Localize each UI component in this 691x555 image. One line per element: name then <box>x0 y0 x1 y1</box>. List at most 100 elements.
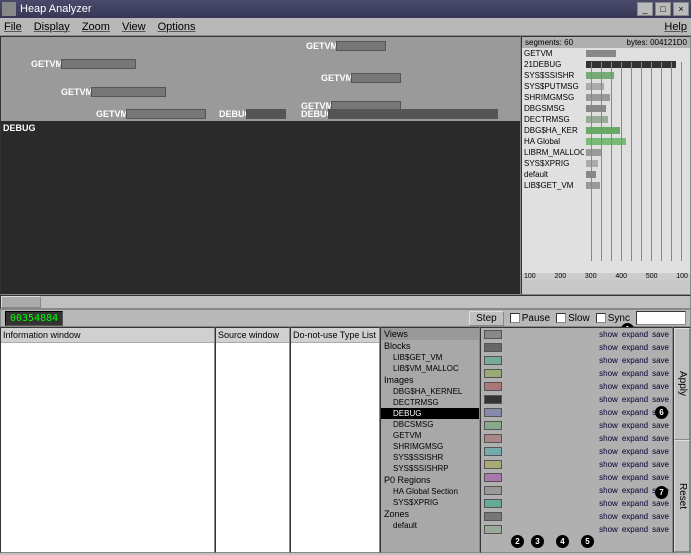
color-swatch[interactable] <box>484 499 502 508</box>
save-link[interactable]: save <box>652 525 669 534</box>
save-link[interactable]: save <box>652 356 669 365</box>
menu-display[interactable]: Display <box>34 21 70 33</box>
save-link[interactable]: save <box>652 473 669 482</box>
view-item[interactable]: GETVM <box>381 430 479 441</box>
heap-label: DEBUG <box>3 123 36 133</box>
reset-button[interactable]: Reset <box>674 440 690 552</box>
minimize-button[interactable]: _ <box>637 2 653 16</box>
show-link[interactable]: show <box>599 330 618 339</box>
save-link[interactable]: save <box>652 512 669 521</box>
color-swatch[interactable] <box>484 473 502 482</box>
menu-options[interactable]: Options <box>158 21 196 33</box>
save-link[interactable]: save <box>652 330 669 339</box>
save-link[interactable]: save <box>652 421 669 430</box>
show-link[interactable]: show <box>599 382 618 391</box>
menu-file[interactable]: File <box>4 21 22 33</box>
save-link[interactable]: save <box>652 395 669 404</box>
show-link[interactable]: show <box>599 408 618 417</box>
expand-link[interactable]: expand <box>622 473 648 482</box>
save-link[interactable]: save <box>652 434 669 443</box>
view-item[interactable]: default <box>381 520 479 531</box>
expand-link[interactable]: expand <box>622 434 648 443</box>
color-swatch[interactable] <box>484 486 502 495</box>
view-item[interactable]: SHRIMGMSG <box>381 441 479 452</box>
color-swatch[interactable] <box>484 447 502 456</box>
color-swatch[interactable] <box>484 395 502 404</box>
expand-link[interactable]: expand <box>622 525 648 534</box>
color-swatch[interactable] <box>484 408 502 417</box>
view-item[interactable]: SYS$XPRIG <box>381 497 479 508</box>
color-swatch[interactable] <box>484 382 502 391</box>
show-link[interactable]: show <box>599 473 618 482</box>
legend-row: show expand save <box>481 393 672 406</box>
view-item[interactable]: DEBUG <box>381 408 479 419</box>
show-link[interactable]: show <box>599 395 618 404</box>
view-category[interactable]: Images <box>381 374 479 386</box>
view-item[interactable]: DBG$HA_KERNEL <box>381 386 479 397</box>
expand-link[interactable]: expand <box>622 395 648 404</box>
view-item[interactable]: SYS$SSISHRP <box>381 463 479 474</box>
apply-button[interactable]: Apply <box>674 328 690 440</box>
step-button[interactable]: Step <box>469 311 504 326</box>
slow-checkbox[interactable]: Slow <box>556 313 590 324</box>
color-swatch[interactable] <box>484 421 502 430</box>
expand-link[interactable]: expand <box>622 408 648 417</box>
view-item[interactable]: LIB$VM_MALLOC <box>381 363 479 374</box>
save-link[interactable]: save <box>652 460 669 469</box>
show-link[interactable]: show <box>599 460 618 469</box>
color-swatch[interactable] <box>484 460 502 469</box>
save-link[interactable]: save <box>652 343 669 352</box>
close-button[interactable]: × <box>673 2 689 16</box>
show-link[interactable]: show <box>599 421 618 430</box>
view-item[interactable]: SYS$SSISHR <box>381 452 479 463</box>
expand-link[interactable]: expand <box>622 369 648 378</box>
color-swatch[interactable] <box>484 512 502 521</box>
show-link[interactable]: show <box>599 369 618 378</box>
expand-link[interactable]: expand <box>622 382 648 391</box>
view-item[interactable]: HA Global Section <box>381 486 479 497</box>
show-link[interactable]: show <box>599 356 618 365</box>
expand-link[interactable]: expand <box>622 343 648 352</box>
view-item[interactable]: DECTRMSG <box>381 397 479 408</box>
show-link[interactable]: show <box>599 499 618 508</box>
color-swatch[interactable] <box>484 330 502 339</box>
menu-view[interactable]: View <box>122 21 146 33</box>
expand-link[interactable]: expand <box>622 499 648 508</box>
expand-link[interactable]: expand <box>622 447 648 456</box>
expand-link[interactable]: expand <box>622 421 648 430</box>
view-category[interactable]: P0 Regions <box>381 474 479 486</box>
view-category[interactable]: Blocks <box>381 340 479 352</box>
sync-field[interactable] <box>636 311 686 325</box>
save-link[interactable]: save <box>652 499 669 508</box>
color-swatch[interactable] <box>484 343 502 352</box>
expand-link[interactable]: expand <box>622 512 648 521</box>
show-link[interactable]: show <box>599 486 618 495</box>
pause-checkbox[interactable]: Pause <box>510 313 550 324</box>
color-swatch[interactable] <box>484 525 502 534</box>
show-link[interactable]: show <box>599 434 618 443</box>
save-link[interactable]: save <box>652 447 669 456</box>
show-link[interactable]: show <box>599 512 618 521</box>
save-link[interactable]: save <box>652 382 669 391</box>
expand-link[interactable]: expand <box>622 486 648 495</box>
color-swatch[interactable] <box>484 434 502 443</box>
menu-zoom[interactable]: Zoom <box>82 21 110 33</box>
expand-link[interactable]: expand <box>622 460 648 469</box>
heap-view[interactable]: GETVM GETVM GETVM GETVM GETVM GETVM DEBU… <box>0 36 521 295</box>
sync-checkbox[interactable]: Sync 1 <box>596 313 630 324</box>
show-link[interactable]: show <box>599 525 618 534</box>
view-item[interactable]: DBCSMSG <box>381 419 479 430</box>
heap-scrollbar[interactable] <box>0 295 691 309</box>
expand-link[interactable]: expand <box>622 330 648 339</box>
menu-help[interactable]: Help <box>664 21 687 33</box>
save-link[interactable]: save <box>652 369 669 378</box>
show-link[interactable]: show <box>599 447 618 456</box>
maximize-button[interactable]: □ <box>655 2 671 16</box>
segment-row[interactable]: GETVM <box>522 48 690 59</box>
view-category[interactable]: Zones <box>381 508 479 520</box>
expand-link[interactable]: expand <box>622 356 648 365</box>
view-item[interactable]: LIB$GET_VM <box>381 352 479 363</box>
color-swatch[interactable] <box>484 369 502 378</box>
color-swatch[interactable] <box>484 356 502 365</box>
show-link[interactable]: show <box>599 343 618 352</box>
